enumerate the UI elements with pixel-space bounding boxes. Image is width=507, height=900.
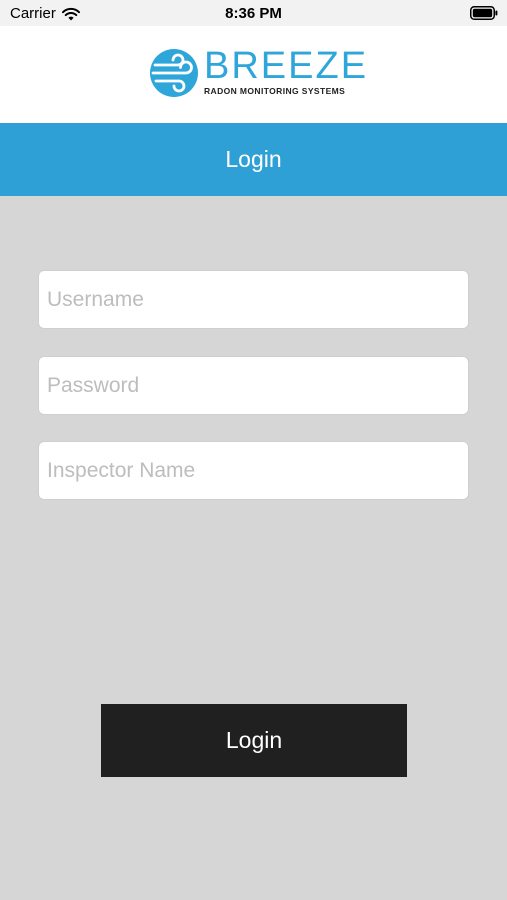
brand-name: BREEZE [204,45,369,87]
wind-swirl-icon [150,49,198,97]
brand-logo: BREEZE RADON MONITORING SYSTEMS [149,45,369,100]
inspector-name-field[interactable] [38,441,469,500]
password-field[interactable] [38,356,469,415]
header-logo-area: BREEZE RADON MONITORING SYSTEMS [0,26,507,124]
brand-tagline: RADON MONITORING SYSTEMS [204,86,346,96]
clock: 8:36 PM [225,5,282,22]
username-field[interactable] [38,270,469,329]
battery-icon [470,6,498,20]
nav-bar: Login [0,123,507,196]
status-bar: Carrier 8:36 PM [0,0,507,26]
page-title: Login [225,146,282,172]
login-button[interactable]: Login [101,704,407,777]
